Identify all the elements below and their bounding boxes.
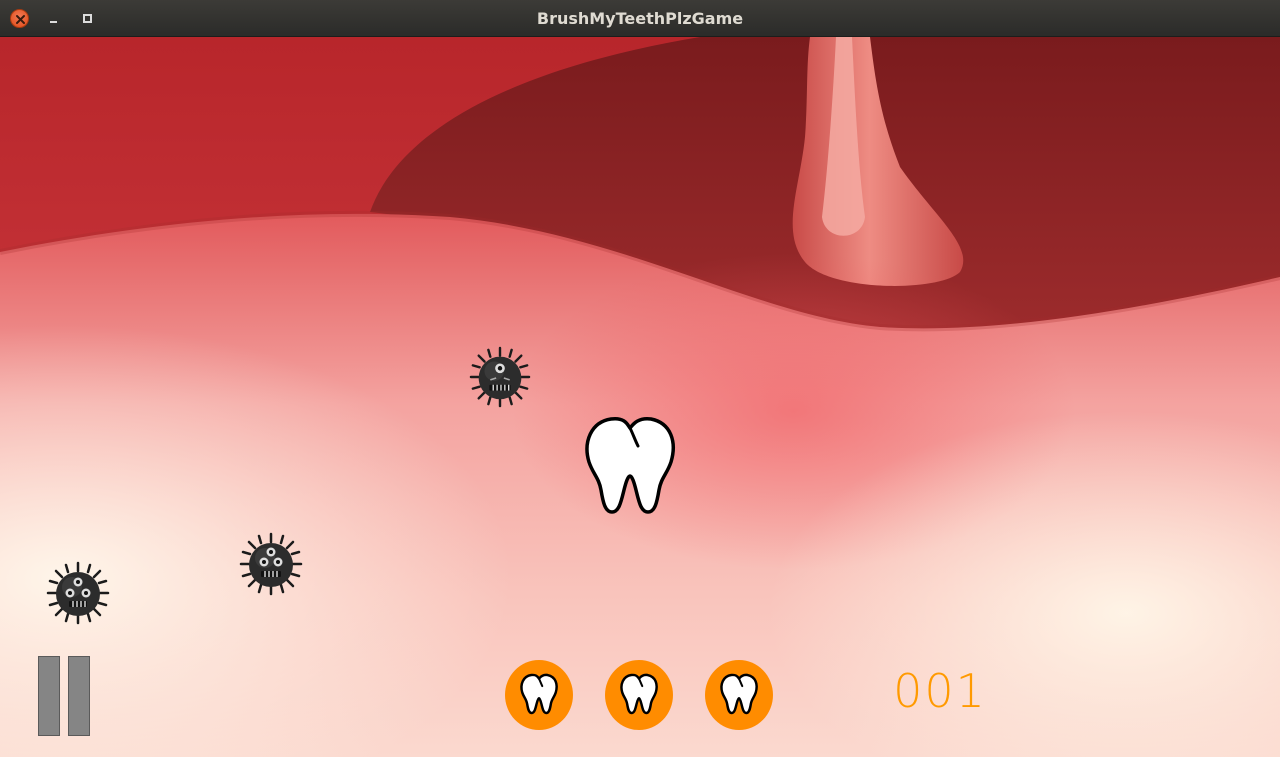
window-titlebar[interactable]: BrushMyTeethPlzGame [0, 0, 1280, 37]
game-window: BrushMyTeethPlzGame 001 [0, 0, 1280, 757]
lives-indicator [505, 660, 775, 732]
player-tooth[interactable] [581, 414, 679, 517]
pause-bar-left [38, 656, 60, 736]
germ-enemy[interactable] [469, 346, 531, 408]
germ-icon [469, 346, 531, 408]
pause-button[interactable] [38, 656, 90, 736]
mouth-background [0, 37, 1280, 757]
germ-icon [239, 532, 303, 596]
life-badge [505, 660, 573, 730]
life-badge [705, 660, 773, 730]
score-counter: 001 [893, 664, 987, 718]
germ-enemy[interactable] [46, 561, 110, 625]
germ-enemy[interactable] [239, 532, 303, 596]
window-title: BrushMyTeethPlzGame [536, 9, 744, 28]
tooth-icon [720, 673, 758, 715]
tooth-icon [585, 416, 675, 514]
life-badge [605, 660, 673, 730]
tooth-icon [620, 673, 658, 715]
tooth-icon [520, 673, 558, 715]
pause-bar-right [68, 656, 90, 736]
germ-icon [46, 561, 110, 625]
game-canvas[interactable]: 001 [0, 37, 1280, 757]
